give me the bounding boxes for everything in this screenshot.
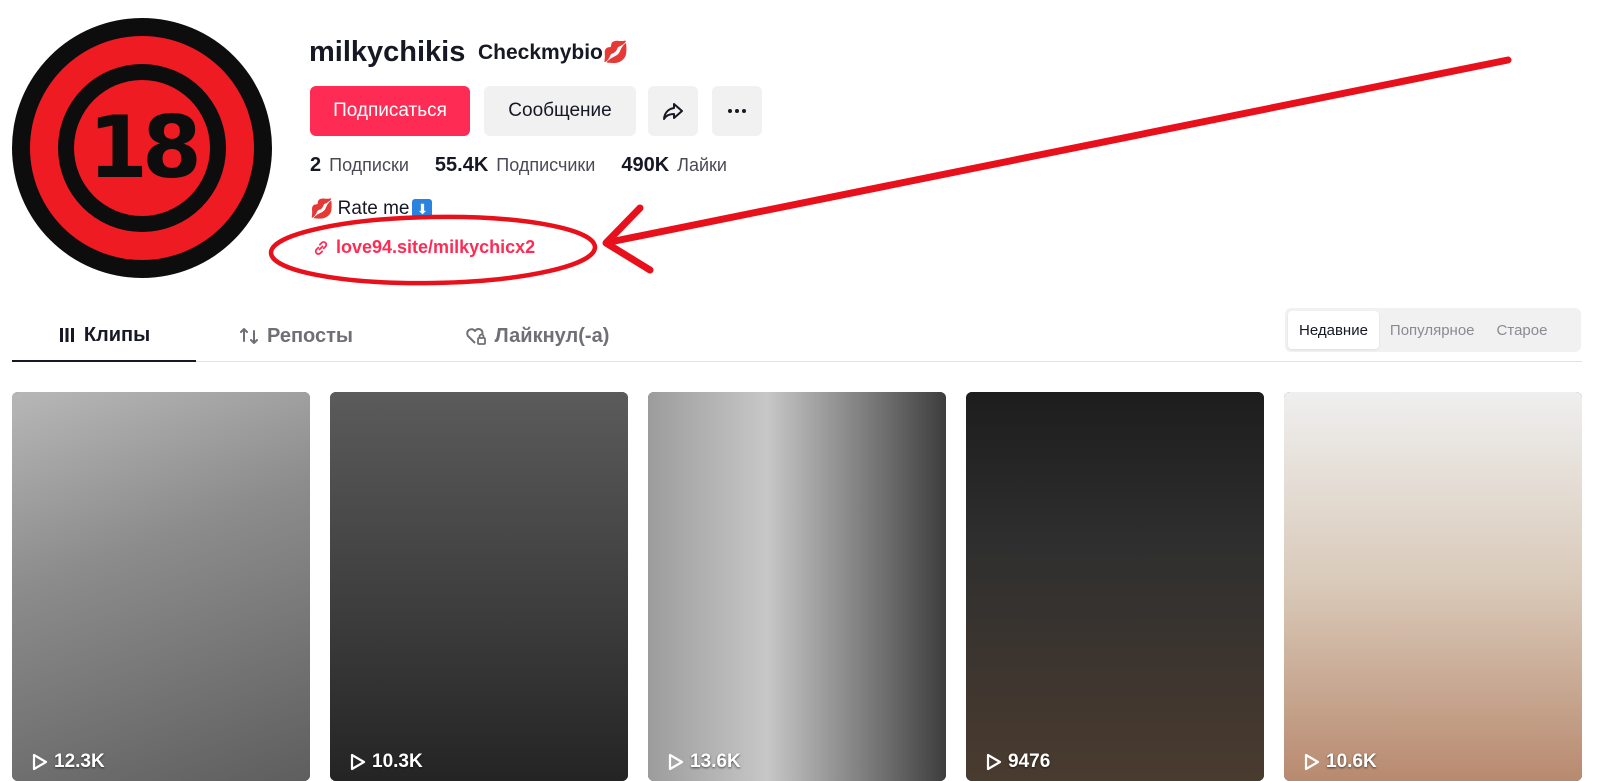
video-card[interactable]: 12.3K	[12, 392, 310, 781]
play-icon	[32, 753, 48, 771]
video-views: 12.3K	[32, 751, 105, 773]
profile-avatar: 18	[12, 18, 272, 278]
bio-link[interactable]: love94.site/milkychicx2	[312, 237, 535, 258]
video-grid: 12.3K 10.3K 13.6K 9476 10.6K	[12, 392, 1582, 781]
profile-stats: 2 Подписки 55.4K Подписчики 490K Лайки	[310, 154, 753, 177]
sort-toggle: Недавние Популярное Старое	[1285, 308, 1581, 352]
play-icon	[668, 753, 684, 771]
sort-oldest[interactable]: Старое	[1486, 311, 1559, 349]
bio-link-text: love94.site/milkychicx2	[336, 237, 536, 257]
lips-emoji-icon: 💋	[310, 199, 334, 220]
profile-username: milkychikis	[309, 36, 466, 68]
video-thumbnail	[12, 392, 310, 781]
grid-icon	[58, 326, 76, 344]
avatar-core: 18	[74, 80, 210, 216]
tab-clips[interactable]: Клипы	[12, 310, 196, 362]
video-views: 9476	[986, 751, 1050, 773]
video-thumbnail	[648, 392, 946, 781]
stat-followers-label: Подписчики	[496, 155, 596, 175]
avatar-age-label: 18	[88, 98, 202, 198]
video-card[interactable]: 9476	[966, 392, 1264, 781]
down-arrow-emoji-icon: ⬇	[412, 199, 433, 219]
sort-recent[interactable]: Недавние	[1288, 311, 1379, 349]
video-views: 10.3K	[350, 751, 423, 773]
video-thumbnail	[1284, 392, 1582, 781]
share-icon	[663, 103, 683, 120]
follow-button[interactable]: Подписаться	[310, 86, 470, 136]
profile-nickname: Checkmybio💋	[478, 41, 629, 65]
video-view-count: 10.6K	[1326, 751, 1377, 772]
share-button[interactable]	[648, 86, 698, 136]
tab-liked[interactable]: Лайкнул(-а)	[440, 310, 634, 362]
nickname-text: Checkmybio	[478, 41, 603, 64]
stat-likes-count: 490K	[621, 154, 670, 176]
stat-likes: 490K Лайки	[621, 154, 727, 177]
stat-following[interactable]: 2 Подписки	[310, 154, 409, 177]
link-icon	[314, 240, 328, 255]
tab-reposts-label: Репосты	[267, 324, 353, 347]
video-views: 10.6K	[1304, 751, 1377, 773]
annotation-arrow-head	[602, 204, 654, 274]
heart-lock-icon	[465, 326, 487, 346]
video-view-count: 13.6K	[690, 751, 741, 772]
more-dots-icon	[728, 109, 746, 113]
video-view-count: 12.3K	[54, 751, 105, 772]
bio-text: Rate me	[337, 198, 410, 219]
video-view-count: 10.3K	[372, 751, 423, 772]
stat-following-label: Подписки	[329, 155, 409, 175]
stat-followers[interactable]: 55.4K Подписчики	[435, 154, 595, 177]
video-view-count: 9476	[1008, 751, 1051, 772]
play-icon	[1304, 753, 1320, 771]
play-icon	[350, 753, 366, 771]
stat-followers-count: 55.4K	[434, 154, 489, 176]
sort-popular[interactable]: Популярное	[1379, 311, 1486, 349]
tab-reposts[interactable]: Репосты	[216, 310, 376, 362]
more-options-button[interactable]	[712, 86, 762, 136]
message-button[interactable]: Сообщение	[484, 86, 636, 136]
tab-liked-label: Лайкнул(-а)	[494, 324, 610, 347]
lips-emoji-icon: 💋	[602, 41, 630, 64]
video-thumbnail	[966, 392, 1264, 781]
stat-likes-label: Лайки	[677, 155, 727, 175]
video-card[interactable]: 10.3K	[330, 392, 628, 781]
play-icon	[986, 753, 1002, 771]
profile-bio: 💋 Rate me ⬇	[310, 197, 433, 221]
repost-icon	[239, 326, 259, 346]
video-views: 13.6K	[668, 751, 741, 773]
stat-following-count: 2	[310, 154, 322, 176]
video-thumbnail	[330, 392, 628, 781]
tab-clips-label: Клипы	[83, 323, 151, 346]
video-card[interactable]: 10.6K	[1284, 392, 1582, 781]
video-card[interactable]: 13.6K	[648, 392, 946, 781]
